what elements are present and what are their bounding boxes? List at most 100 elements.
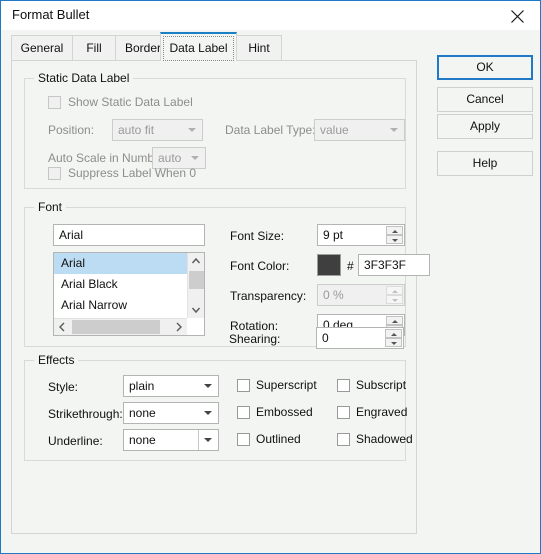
font-list-box[interactable]: Arial Arial Black Arial Narrow Arial Uni… [53, 252, 205, 336]
spinner-down-icon[interactable] [386, 295, 403, 304]
tab-fill-label: Fill [86, 41, 102, 55]
list-item[interactable]: Arial Black [54, 274, 187, 295]
chevron-down-icon [186, 148, 205, 168]
tab-general[interactable]: General [11, 35, 73, 61]
style-label: Style: [48, 380, 79, 394]
embossed-label: Embossed [256, 405, 313, 419]
embossed-checkbox[interactable] [237, 406, 250, 419]
static-data-label-group: Static Data Label Show Static Data Label… [24, 71, 406, 189]
spinner-up-icon[interactable] [386, 286, 403, 295]
shadowed-checkbox[interactable] [337, 433, 350, 446]
tab-fill[interactable]: Fill [72, 35, 116, 61]
superscript-checkbox[interactable] [237, 379, 250, 392]
shadowed-label: Shadowed [356, 432, 413, 446]
spinner-up-icon[interactable] [386, 316, 403, 325]
underline-dropdown[interactable]: none [123, 429, 219, 451]
hash-symbol: # [347, 259, 354, 273]
data-label-tab-panel: Static Data Label Show Static Data Label… [11, 60, 430, 534]
tab-general-label: General [20, 41, 64, 55]
font-color-swatch[interactable] [317, 254, 341, 276]
scroll-up-icon[interactable] [188, 253, 204, 270]
transparency-spin-buttons [386, 286, 403, 304]
engraved-checkbox[interactable] [337, 406, 350, 419]
apply-button[interactable]: Apply [437, 114, 533, 139]
suppress-label-when-zero-checkbox[interactable] [48, 167, 61, 180]
tab-data-label-label: Data Label [169, 41, 228, 55]
tab-hint-label: Hint [248, 41, 270, 55]
font-list-vertical-scrollbar[interactable] [187, 253, 204, 318]
font-color-label: Font Color: [230, 259, 290, 273]
outlined-label: Outlined [256, 432, 301, 446]
tab-hint[interactable]: Hint [236, 35, 282, 61]
font-size-label: Font Size: [230, 229, 285, 243]
scroll-left-icon[interactable] [54, 319, 71, 335]
strikethrough-label: Strikethrough: [48, 407, 123, 421]
font-color-hex-input[interactable]: 3F3F3F [358, 254, 430, 276]
transparency-spinner[interactable]: 0 % [317, 284, 405, 306]
spinner-down-icon[interactable] [386, 235, 403, 244]
vertical-scrollbar-thumb[interactable] [189, 271, 204, 289]
close-button[interactable] [495, 1, 540, 28]
font-color-hex-value: 3F3F3F [364, 258, 407, 272]
shearing-label: Shearing: [229, 332, 281, 346]
list-item[interactable]: Arial Narrow [54, 295, 187, 316]
list-item[interactable]: Arial [54, 253, 187, 274]
effects-group: Effects Style: plain Strikethrough: none… [24, 353, 413, 461]
cancel-button-label: Cancel [466, 92, 504, 106]
position-value: auto fit [118, 123, 155, 137]
font-list-item-label: Arial Narrow [61, 298, 128, 312]
spinner-up-icon[interactable] [385, 329, 402, 338]
tab-data-label[interactable]: Data Label [160, 32, 237, 61]
spinner-down-icon[interactable] [385, 338, 402, 347]
suppress-label-when-zero-text: Suppress Label When 0 [68, 166, 197, 180]
shearing-spin-buttons [385, 329, 402, 347]
window-title: Format Bullet [12, 7, 90, 22]
scrollbar-corner [187, 318, 204, 335]
shearing-spinner[interactable]: 0 [316, 327, 404, 349]
style-value: plain [129, 379, 155, 393]
font-size-spin-buttons [386, 226, 403, 244]
title-bar: Format Bullet [1, 1, 540, 30]
shearing-value: 0 [322, 331, 329, 345]
show-static-data-label-checkbox[interactable] [48, 96, 61, 109]
engraved-label: Engraved [356, 405, 408, 419]
subscript-checkbox[interactable] [337, 379, 350, 392]
strikethrough-dropdown[interactable]: none [123, 402, 219, 424]
subscript-label: Subscript [356, 378, 407, 392]
rotation-label: Rotation: [230, 319, 279, 333]
font-name-value: Arial [59, 228, 84, 242]
data-label-type-value: value [320, 123, 349, 137]
font-name-input[interactable]: Arial [53, 224, 205, 246]
font-list-horizontal-scrollbar[interactable] [54, 318, 187, 335]
font-size-value: 9 pt [323, 228, 344, 242]
transparency-value: 0 % [323, 288, 344, 302]
tab-strip: General Fill Border Data Label Hint [11, 32, 411, 61]
ok-button[interactable]: OK [437, 55, 533, 80]
chevron-down-icon [199, 376, 218, 396]
scroll-right-icon[interactable] [170, 319, 187, 335]
position-label: Position: [48, 123, 95, 137]
help-button[interactable]: Help [437, 151, 533, 176]
scroll-down-icon[interactable] [188, 301, 204, 318]
outlined-checkbox[interactable] [237, 433, 250, 446]
spinner-up-icon[interactable] [386, 226, 403, 235]
data-label-type-dropdown[interactable]: value [314, 119, 405, 141]
tab-border-label: Border [124, 41, 162, 55]
effects-group-title: Effects [34, 353, 79, 367]
horizontal-scrollbar-thumb[interactable] [72, 320, 160, 334]
close-icon [511, 10, 524, 23]
font-size-spinner[interactable]: 9 pt [317, 224, 405, 246]
position-dropdown[interactable]: auto fit [112, 119, 203, 141]
format-bullet-dialog: Format Bullet General Fill Border Data L… [0, 0, 541, 554]
font-group-title: Font [34, 200, 67, 214]
auto-scale-label: Auto Scale in Number: [48, 151, 169, 165]
cancel-button[interactable]: Cancel [437, 87, 533, 112]
font-list-item-label: Arial [61, 256, 86, 270]
style-dropdown[interactable]: plain [123, 375, 219, 397]
show-static-data-label-text: Show Static Data Label [68, 95, 193, 109]
chevron-down-icon [183, 120, 202, 140]
font-list-item-label: Arial Black [61, 277, 118, 291]
font-list-items: Arial Arial Black Arial Narrow Arial Uni… [54, 253, 187, 318]
data-label-type-label: Data Label Type: [225, 123, 316, 137]
chevron-down-icon [385, 120, 404, 140]
